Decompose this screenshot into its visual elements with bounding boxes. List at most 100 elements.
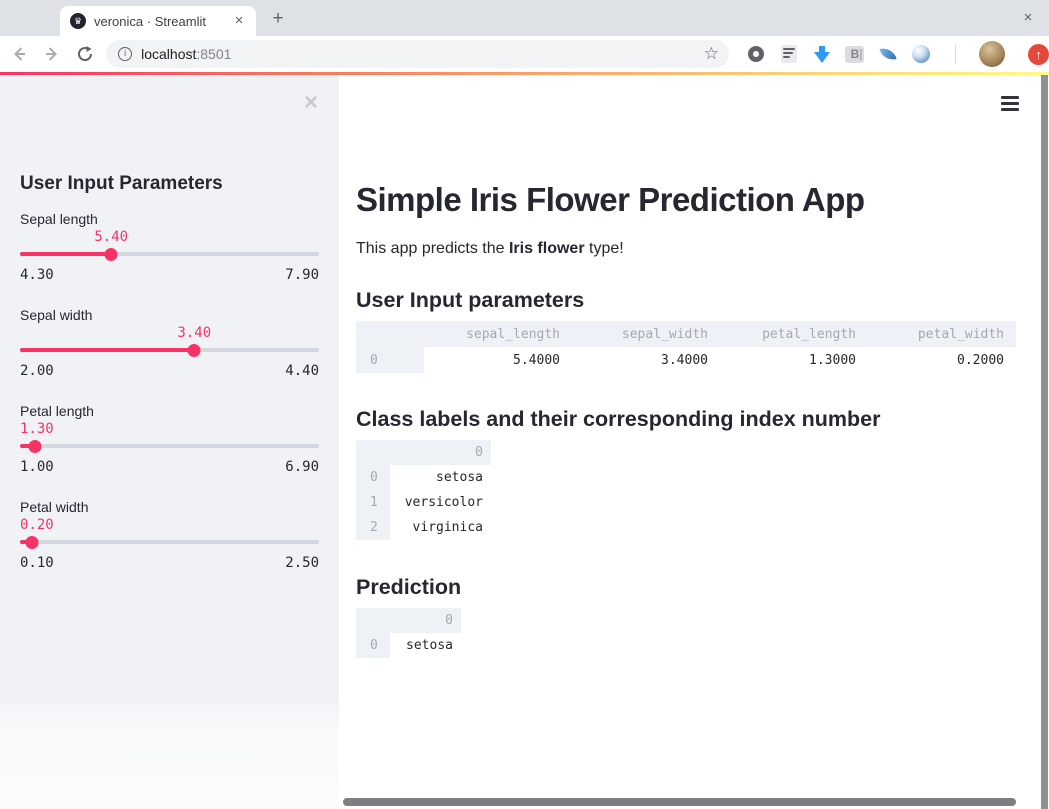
column-header: petal_length bbox=[762, 326, 856, 342]
table-cell: 3.4000 bbox=[572, 347, 720, 373]
bookmark-star-icon[interactable]: ☆ bbox=[704, 44, 719, 64]
row-index: 1 bbox=[370, 495, 378, 510]
page-info-icon[interactable]: i bbox=[118, 47, 133, 61]
extension-feather-icon[interactable] bbox=[877, 43, 899, 65]
table-row: 2 virginica bbox=[356, 515, 491, 540]
streamlit-app-page: × User Input Parameters Sepal length 5.4… bbox=[0, 75, 1049, 809]
table-cell: setosa bbox=[390, 633, 461, 658]
forward-icon[interactable] bbox=[39, 40, 66, 68]
extension-donut-icon[interactable] bbox=[745, 43, 767, 65]
slider-sepal-length: Sepal length 5.40 4.30 7.90 bbox=[20, 211, 319, 284]
section-heading-class-labels: Class labels and their corresponding ind… bbox=[356, 407, 881, 431]
browser-toolbar: i localhost:8501 ☆ B ↑ bbox=[0, 36, 1049, 72]
slider-min: 2.00 bbox=[20, 363, 54, 379]
url-text[interactable]: localhost:8501 bbox=[141, 46, 698, 62]
table-cell: 0.2000 bbox=[868, 347, 1016, 373]
table-row: 0 setosa bbox=[356, 465, 491, 490]
slider-fill bbox=[20, 348, 195, 352]
slider-sepal-width: Sepal width 3.40 2.00 4.40 bbox=[20, 307, 319, 380]
slider-value: 1.30 bbox=[20, 421, 54, 437]
intro-text: This app predicts the Iris flower type! bbox=[356, 240, 1016, 258]
section-heading-prediction: Prediction bbox=[356, 575, 462, 599]
column-header: petal_width bbox=[917, 326, 1004, 342]
column-header: sepal_width bbox=[621, 326, 708, 342]
slider-thumb[interactable] bbox=[104, 247, 118, 261]
slider-track[interactable] bbox=[20, 535, 319, 549]
extensions-row: B ↑ bbox=[745, 41, 1049, 67]
table-cell: virginica bbox=[390, 515, 491, 540]
sidebar: × User Input Parameters Sepal length 5.4… bbox=[0, 75, 339, 809]
tab-title: veronica · Streamlit bbox=[94, 13, 206, 29]
favicon-glyph: ♛ bbox=[73, 15, 83, 26]
row-index: 0 bbox=[370, 470, 378, 485]
slider-max: 6.90 bbox=[285, 459, 319, 475]
extension-binary-doc-icon[interactable] bbox=[778, 43, 800, 65]
url-host: localhost bbox=[141, 46, 197, 62]
extension-download-arrow-icon[interactable] bbox=[811, 43, 833, 65]
row-index: 0 bbox=[370, 352, 378, 368]
table-row: 0 5.4000 3.4000 1.3000 0.2000 bbox=[356, 347, 1016, 373]
slider-min: 4.30 bbox=[20, 267, 54, 283]
profile-avatar[interactable] bbox=[978, 41, 1005, 67]
section-heading-user-input: User Input parameters bbox=[356, 288, 585, 312]
slider-label: Sepal length bbox=[20, 211, 98, 227]
extension-swirl-icon[interactable] bbox=[910, 43, 932, 65]
table-cell: 5.4000 bbox=[424, 347, 572, 373]
table-row: 1 versicolor bbox=[356, 490, 491, 515]
table-row: 0 setosa bbox=[356, 633, 461, 658]
slider-thumb[interactable] bbox=[25, 535, 39, 549]
slider-max: 4.40 bbox=[285, 363, 319, 379]
row-index: 2 bbox=[370, 520, 378, 535]
slider-label: Petal width bbox=[20, 499, 89, 515]
index-column-header bbox=[356, 321, 424, 347]
address-bar[interactable]: i localhost:8501 ☆ bbox=[106, 40, 729, 68]
prediction-table: 0 0 setosa bbox=[356, 608, 461, 658]
intro-prefix: This app predicts the bbox=[356, 240, 509, 257]
url-port: :8501 bbox=[196, 46, 232, 62]
slider-petal-width: Petal width 0.20 0.10 2.50 bbox=[20, 499, 319, 572]
extension-b-icon[interactable]: B bbox=[844, 43, 866, 65]
slider-value: 3.40 bbox=[177, 325, 212, 341]
back-icon[interactable] bbox=[6, 40, 33, 68]
slider-petal-length: Petal length 1.30 1.00 6.90 bbox=[20, 403, 319, 476]
table-cell: 1.3000 bbox=[720, 347, 868, 373]
page-title: Simple Iris Flower Prediction App bbox=[356, 181, 865, 218]
window-close-icon[interactable]: × bbox=[1017, 7, 1039, 29]
browser-update-icon[interactable]: ↑ bbox=[1027, 43, 1049, 65]
slider-track[interactable] bbox=[20, 439, 319, 453]
browser-tab[interactable]: ♛ veronica · Streamlit × bbox=[60, 6, 256, 36]
main-content: Simple Iris Flower Prediction App This a… bbox=[340, 75, 1049, 809]
vertical-scrollbar[interactable] bbox=[1041, 75, 1048, 809]
class-labels-table: 0 0 setosa 1 versicolor 2 virginica bbox=[356, 440, 491, 540]
sidebar-heading: User Input Parameters bbox=[20, 173, 223, 194]
streamlit-favicon-icon: ♛ bbox=[70, 13, 86, 29]
sidebar-close-icon[interactable]: × bbox=[304, 91, 318, 115]
column-header: sepal_length bbox=[466, 326, 560, 342]
slider-value: 5.40 bbox=[94, 229, 129, 245]
index-column-header bbox=[356, 440, 390, 465]
slider-track[interactable] bbox=[20, 343, 319, 357]
intro-suffix: type! bbox=[584, 240, 624, 257]
table-cell: versicolor bbox=[390, 490, 491, 515]
horizontal-scrollbar[interactable] bbox=[343, 798, 1016, 806]
slider-fill bbox=[20, 252, 112, 256]
slider-label: Petal length bbox=[20, 403, 94, 419]
hamburger-menu-icon[interactable] bbox=[1001, 96, 1019, 111]
slider-track[interactable] bbox=[20, 247, 319, 261]
refresh-icon[interactable] bbox=[71, 40, 98, 68]
new-tab-button[interactable]: + bbox=[266, 8, 290, 32]
index-column-header bbox=[356, 608, 390, 633]
column-header: 0 bbox=[445, 613, 453, 628]
tab-close-icon[interactable]: × bbox=[230, 12, 248, 30]
intro-bold: Iris flower bbox=[508, 240, 585, 257]
row-index: 0 bbox=[370, 638, 378, 653]
user-input-table: sepal_length sepal_width petal_length petal… bbox=[356, 321, 1016, 373]
slider-thumb[interactable] bbox=[28, 439, 42, 453]
column-header: 0 bbox=[475, 445, 483, 460]
slider-thumb[interactable] bbox=[187, 343, 201, 357]
slider-min: 0.10 bbox=[20, 555, 54, 571]
window-titlebar: ♛ veronica · Streamlit × + × bbox=[0, 0, 1049, 36]
slider-label: Sepal width bbox=[20, 307, 93, 323]
slider-max: 7.90 bbox=[285, 267, 319, 283]
toolbar-divider bbox=[954, 44, 956, 64]
